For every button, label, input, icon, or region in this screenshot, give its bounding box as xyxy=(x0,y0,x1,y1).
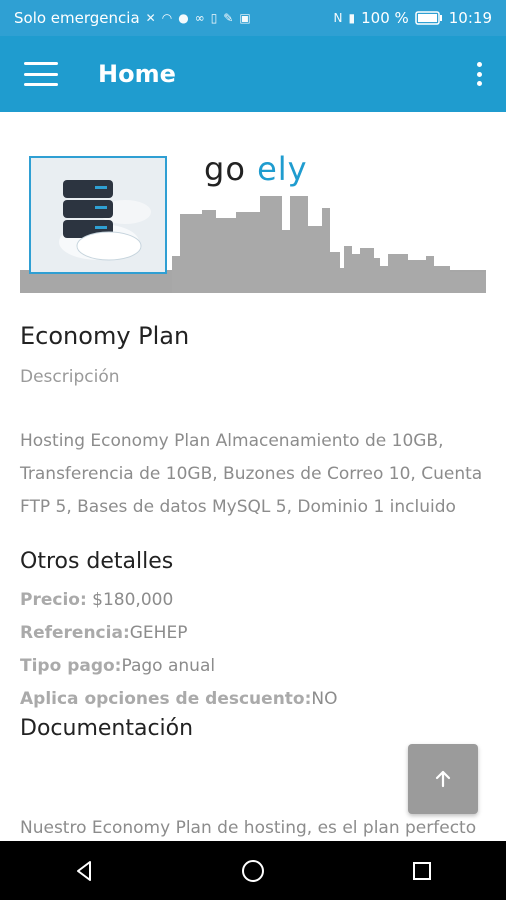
brand-logo: go ely xyxy=(204,150,308,188)
discount-label: Aplica opciones de descuento: xyxy=(20,689,312,709)
other-details-heading: Otros detalles xyxy=(20,549,174,574)
documentation-text: Nuestro Economy Plan de hosting, es el p… xyxy=(20,818,477,838)
app-icon: ▯ xyxy=(210,11,218,25)
signal-icon: ✕ xyxy=(145,11,156,25)
payment-type-label: Tipo pago: xyxy=(20,656,122,676)
recents-button[interactable] xyxy=(404,853,440,889)
back-icon xyxy=(77,860,92,881)
page-title: Home xyxy=(98,60,176,88)
carrier-text: Solo emergencia xyxy=(14,9,140,27)
wifi-icon: ◠ xyxy=(161,11,173,25)
status-bar: Solo emergencia ✕ ◠ ● ∞ ▯ ✎ ▣ N ▮ 100 % … xyxy=(0,0,506,36)
battery-percent: 100 % xyxy=(361,9,409,27)
nfc-icon: N xyxy=(333,11,343,25)
product-image xyxy=(29,156,167,274)
back-button[interactable] xyxy=(66,853,102,889)
reference-label: Referencia: xyxy=(20,623,130,643)
banner: go ely xyxy=(20,148,486,293)
antivirus-icon: ✎ xyxy=(223,11,234,25)
payment-type-value: Pago anual xyxy=(121,656,216,676)
battery-icon xyxy=(415,11,442,25)
main-content[interactable]: go ely Economy Plan Descripción Hosting … xyxy=(0,112,506,841)
price-label: Precio: xyxy=(20,590,87,610)
overflow-menu-icon[interactable] xyxy=(476,62,482,86)
scroll-to-top-button[interactable] xyxy=(408,744,478,814)
home-button[interactable] xyxy=(235,853,271,889)
price-value: $180,000 xyxy=(92,590,174,610)
system-nav-bar xyxy=(0,841,506,900)
payment-type-row: Tipo pago:Pago anual xyxy=(20,656,215,676)
voicemail-icon: ∞ xyxy=(194,11,205,25)
reference-row: Referencia:GEHEP xyxy=(20,623,187,643)
reference-value: GEHEP xyxy=(129,623,188,643)
home-icon xyxy=(241,859,264,882)
server-cloud-icon xyxy=(59,180,151,261)
description-label: Descripción xyxy=(20,367,120,387)
arrow-up-icon xyxy=(435,770,451,788)
price-row: Precio: $180,000 xyxy=(20,590,173,610)
discount-value: NO xyxy=(311,689,338,709)
documentation-heading: Documentación xyxy=(20,716,194,741)
notification-icon: ● xyxy=(178,11,189,25)
vibrate-icon: ▮ xyxy=(348,11,356,25)
product-name: Economy Plan xyxy=(20,322,190,350)
clock: 10:19 xyxy=(448,9,492,27)
menu-icon[interactable] xyxy=(24,62,58,86)
app-bar: Home xyxy=(0,36,506,112)
recents-icon xyxy=(412,861,431,880)
message-icon: ▣ xyxy=(239,11,251,25)
product-description: Hosting Economy Plan Almacenamiento de 1… xyxy=(20,431,483,517)
discount-row: Aplica opciones de descuento:NO xyxy=(20,689,338,709)
